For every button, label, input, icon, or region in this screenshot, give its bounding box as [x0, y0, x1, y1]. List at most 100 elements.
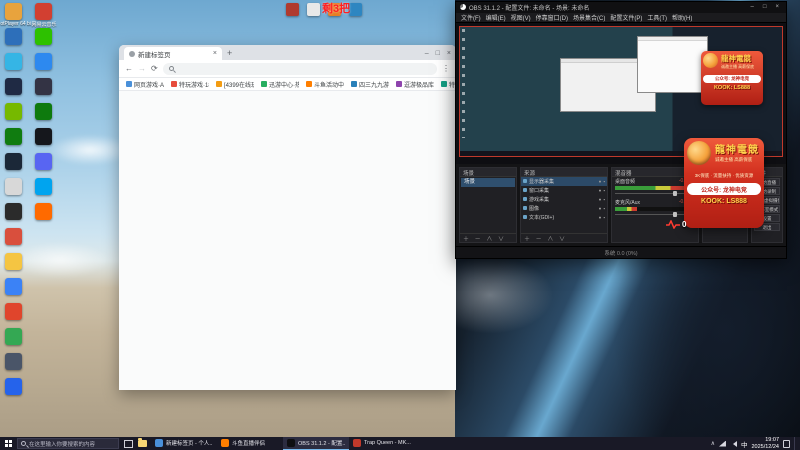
- desktop-icon[interactable]: [5, 253, 22, 270]
- bookmark-item[interactable]: 斗鱼活动中心: [306, 80, 344, 89]
- clock[interactable]: 19:07 2025/12/24: [751, 437, 779, 450]
- close-button[interactable]: ×: [772, 4, 782, 10]
- taskbar-app-button[interactable]: OBS 31.1.2 - 配置...: [283, 437, 349, 450]
- maximize-button[interactable]: □: [760, 4, 770, 10]
- desktop-icon[interactable]: [5, 128, 22, 145]
- desktop-icon[interactable]: [35, 53, 52, 70]
- taskbar-app-button[interactable]: 斗鱼直播伴侣: [217, 437, 283, 450]
- desktop-icon[interactable]: [35, 103, 52, 120]
- lock-icon[interactable]: ▪: [603, 206, 605, 211]
- eye-icon[interactable]: ●: [599, 215, 602, 220]
- maximize-button[interactable]: □: [436, 50, 440, 57]
- obs-menu-item[interactable]: 视图(V): [509, 13, 533, 22]
- promo-overlay[interactable]: 龍神電競 诚邀主播 高薪保底 3K保底 · 流量扶持 · 优质资源 公众号: 龙…: [684, 138, 764, 228]
- browser-tab[interactable]: 新建标签页 ×: [124, 47, 222, 60]
- bookmark-item[interactable]: 四三九九游戏: [351, 80, 389, 89]
- notification-center-icon[interactable]: [783, 439, 790, 448]
- tray-chevron-up-icon[interactable]: ∧: [711, 440, 715, 447]
- source-type-icon: [523, 206, 527, 211]
- desktop-icon[interactable]: [5, 203, 22, 220]
- desktop-icon[interactable]: [5, 3, 22, 20]
- forward-icon[interactable]: →: [138, 64, 146, 73]
- desktop-icon[interactable]: [5, 178, 22, 195]
- eye-icon[interactable]: ●: [599, 179, 602, 184]
- back-icon[interactable]: ←: [125, 64, 133, 73]
- bookmark-item[interactable]: 迅游中心·热血顶M: [261, 80, 299, 89]
- obs-menu-item[interactable]: 帮助(H): [670, 13, 694, 22]
- show-desktop-button[interactable]: [794, 437, 798, 450]
- eye-icon[interactable]: ●: [599, 188, 602, 193]
- desktop-icon[interactable]: [5, 78, 22, 95]
- desktop-icon[interactable]: [35, 78, 52, 95]
- scenes-toolbar[interactable]: ＋ － ∧ ∨: [460, 233, 516, 242]
- obs-titlebar[interactable]: OBS 31.1.2 - 配置文件: 未命名 - 场景: 未命名 – □ ×: [456, 2, 786, 13]
- file-explorer-icon[interactable]: [138, 438, 147, 447]
- source-row[interactable]: 游戏采集 ● ▪: [521, 195, 607, 204]
- source-row[interactable]: 窗口采集 ● ▪: [521, 186, 607, 195]
- volume-slider[interactable]: [615, 211, 695, 217]
- bookmark-item[interactable]: 特玩游戏·超好玩: [441, 80, 456, 89]
- obs-menu-item[interactable]: 文件(F): [459, 13, 483, 22]
- desktop-icon[interactable]: [5, 303, 22, 320]
- obs-menu-item[interactable]: 场景集合(C): [571, 13, 607, 22]
- source-row[interactable]: 显示器采集 ● ▪: [521, 176, 607, 186]
- bookmark-item[interactable]: [4399在线玩平台]: [216, 80, 254, 89]
- lock-icon[interactable]: ▪: [603, 188, 605, 193]
- taskbar: 在这里输入你要搜索的内容 新建标签页 - 个人... 斗鱼直播伴侣 OBS 31…: [0, 437, 800, 450]
- desktop-icon[interactable]: [35, 153, 52, 170]
- taskbar-app-button[interactable]: 新建标签页 - 个人...: [151, 437, 217, 450]
- app-icon: [353, 439, 361, 447]
- minimize-button[interactable]: –: [748, 4, 757, 10]
- obs-menu-item[interactable]: 配置文件(P): [608, 13, 644, 22]
- eye-icon[interactable]: ●: [599, 206, 602, 211]
- desktop-icon[interactable]: [5, 328, 22, 345]
- desktop-icon[interactable]: [35, 28, 52, 45]
- taskbar-search[interactable]: 在这里输入你要搜索的内容: [17, 438, 119, 449]
- desktop-icon[interactable]: [35, 3, 52, 20]
- lock-icon[interactable]: ▪: [603, 179, 605, 184]
- volume-slider[interactable]: [615, 190, 695, 196]
- sources-dock: 来源 显示器采集 ● ▪ 窗口采集 ● ▪ 游戏采集 ● ▪ 图像 ● ▪ 文本…: [520, 166, 608, 244]
- desktop-icon[interactable]: [349, 3, 362, 16]
- browser-menu-icon[interactable]: ⋮: [442, 64, 450, 73]
- desktop-icon[interactable]: [5, 378, 22, 395]
- desktop-icon[interactable]: [5, 278, 22, 295]
- new-tab-button[interactable]: +: [227, 47, 232, 60]
- minimize-button[interactable]: –: [425, 50, 429, 57]
- desktop-icon[interactable]: [5, 153, 22, 170]
- address-bar[interactable]: [162, 62, 437, 75]
- desktop-icon[interactable]: [5, 228, 22, 245]
- lock-icon[interactable]: ▪: [603, 197, 605, 202]
- start-button[interactable]: [0, 437, 16, 450]
- reload-icon[interactable]: ⟳: [151, 64, 158, 73]
- bookmark-item[interactable]: 特玩游戏·18游戏下载: [171, 80, 209, 89]
- network-icon[interactable]: [718, 440, 726, 447]
- new-tab-page[interactable]: [119, 91, 456, 390]
- desktop-icon[interactable]: [35, 128, 52, 145]
- task-view-icon[interactable]: [124, 439, 133, 448]
- desktop-icon[interactable]: [35, 178, 52, 195]
- eye-icon[interactable]: ●: [599, 197, 602, 202]
- desktop-icon[interactable]: [5, 103, 22, 120]
- scene-row[interactable]: 场景: [461, 177, 515, 187]
- lock-icon[interactable]: ▪: [603, 215, 605, 220]
- desktop-icon[interactable]: [307, 3, 320, 16]
- sources-toolbar[interactable]: ＋ － ∧ ∨: [521, 233, 607, 242]
- desktop-icon[interactable]: [5, 53, 22, 70]
- obs-menu-item[interactable]: 停靠窗口(D): [534, 13, 570, 22]
- input-method-indicator[interactable]: 中: [741, 439, 748, 449]
- source-row[interactable]: 文本(GDI+) ● ▪: [521, 213, 607, 222]
- bookmark-item[interactable]: 网页游戏·AB游戏平台: [126, 80, 164, 89]
- desktop-icon[interactable]: [286, 3, 299, 16]
- desktop-icon[interactable]: [5, 353, 22, 370]
- tab-close-icon[interactable]: ×: [213, 50, 217, 57]
- taskbar-app-button[interactable]: Trap Queen - MK...: [349, 437, 415, 450]
- bookmark-item[interactable]: 逗游极品库·分享: [396, 80, 434, 89]
- obs-menu-item[interactable]: 编辑(E): [484, 13, 508, 22]
- obs-menu-item[interactable]: 工具(T): [645, 13, 669, 22]
- source-row[interactable]: 图像 ● ▪: [521, 204, 607, 213]
- close-button[interactable]: ×: [447, 50, 451, 57]
- volume-icon[interactable]: [730, 440, 737, 447]
- desktop-icon[interactable]: [5, 28, 22, 45]
- desktop-icon[interactable]: [35, 203, 52, 220]
